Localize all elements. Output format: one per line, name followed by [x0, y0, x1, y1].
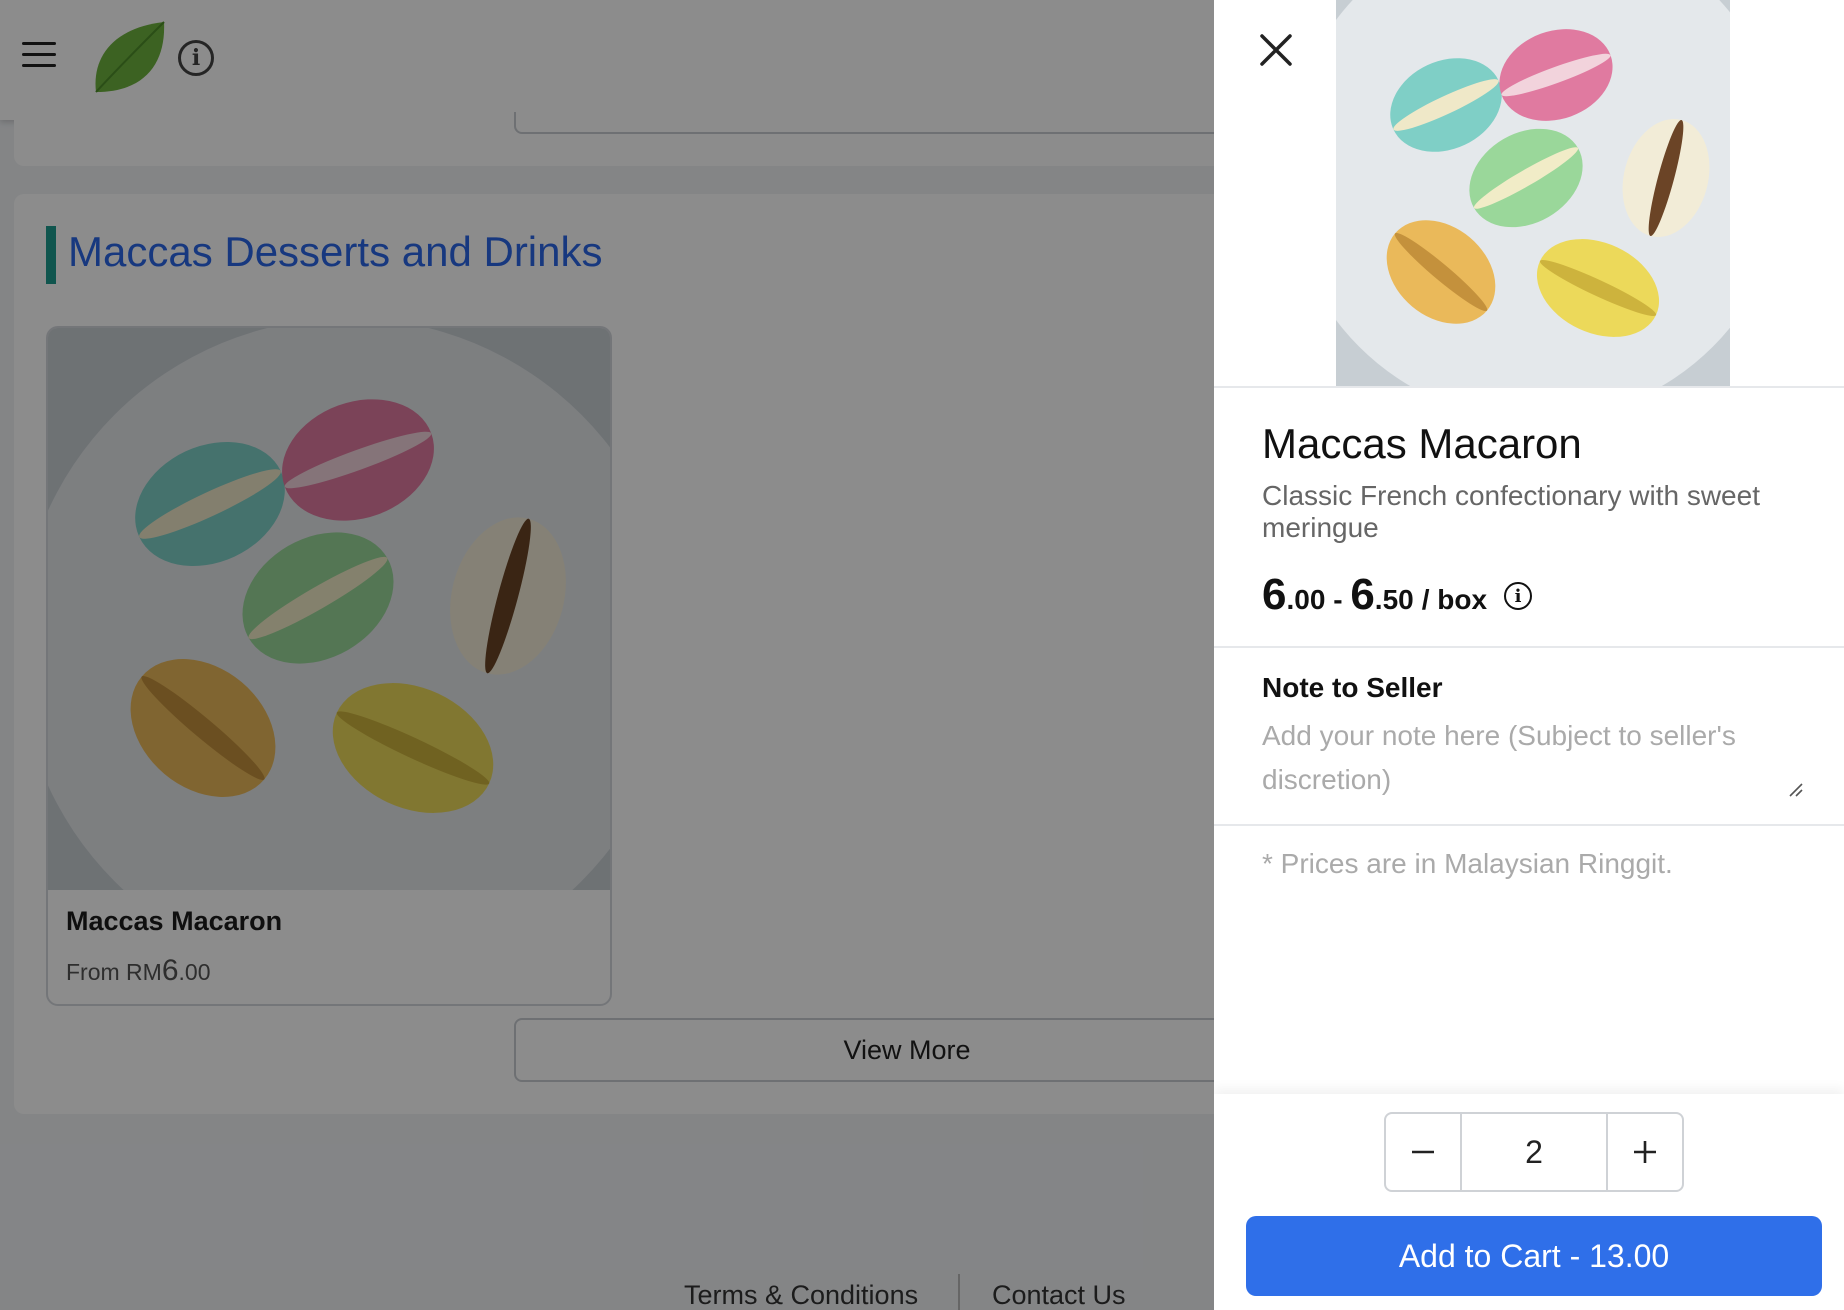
product-title: Maccas Macaron [1262, 420, 1582, 467]
price-info-icon[interactable]: i [1504, 582, 1532, 610]
price-min-minor: .00 [1286, 584, 1326, 615]
product-detail-drawer: Maccas Macaron Classic French confection… [1214, 0, 1844, 1310]
cart-action-bar: 2 Add to Cart - 13.00 [1214, 1094, 1844, 1310]
product-price-range: 6.00 - 6.50/ box [1262, 570, 1487, 620]
price-max-minor: .50 [1374, 584, 1414, 615]
price-info-glyph: i [1514, 585, 1522, 607]
price-separator: - [1325, 584, 1351, 615]
product-detail-image [1336, 0, 1730, 386]
quantity-value[interactable]: 2 [1460, 1114, 1608, 1190]
price-min-major: 6 [1262, 570, 1287, 619]
decrement-button[interactable] [1386, 1114, 1460, 1190]
note-label: Note to Seller [1262, 672, 1443, 703]
minus-icon [1412, 1150, 1434, 1154]
divider [1214, 646, 1844, 648]
modal-backdrop[interactable] [0, 0, 1214, 1310]
price-unit: / box [1421, 584, 1488, 615]
currency-note: * Prices are in Malaysian Ringgit. [1262, 848, 1673, 879]
increment-button[interactable] [1608, 1114, 1682, 1190]
divider [1214, 386, 1844, 388]
quantity-stepper: 2 [1384, 1112, 1684, 1192]
note-to-seller-input[interactable] [1262, 714, 1822, 804]
divider [1214, 824, 1844, 826]
close-icon[interactable] [1256, 30, 1296, 70]
plus-icon [1634, 1141, 1656, 1163]
product-description: Classic French confectionary with sweet … [1262, 480, 1760, 543]
resize-grip-icon[interactable] [1788, 782, 1804, 798]
add-to-cart-button[interactable]: Add to Cart - 13.00 [1246, 1216, 1822, 1296]
price-max-major: 6 [1350, 570, 1375, 619]
